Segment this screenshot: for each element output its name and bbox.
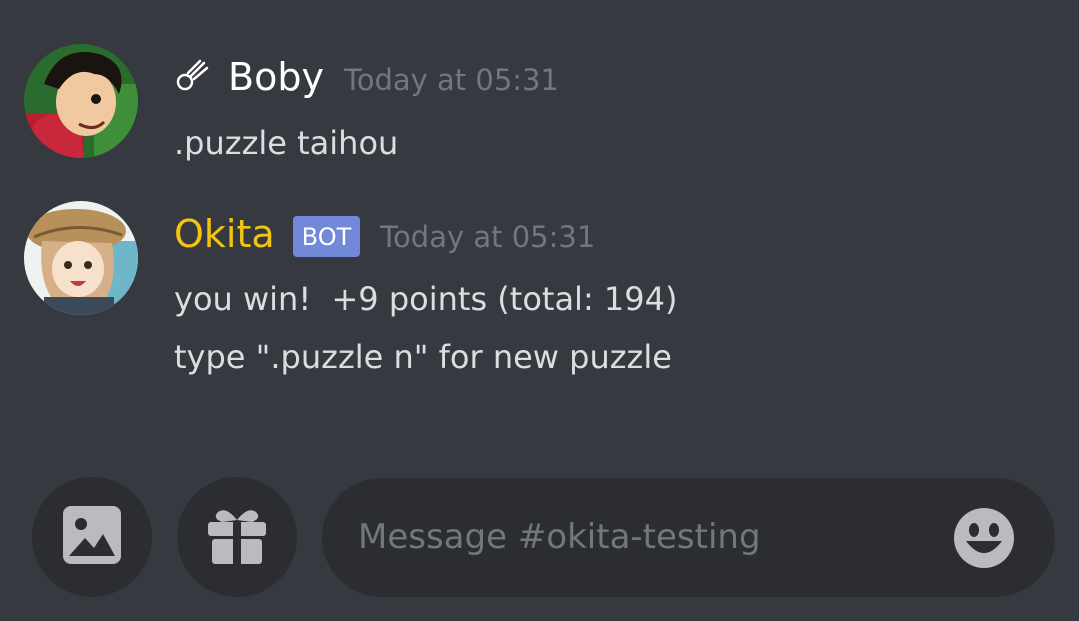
message-header: Boby Today at 05:31 (174, 55, 559, 99)
avatar-boby[interactable] (24, 44, 138, 158)
upload-image-button[interactable] (32, 477, 152, 597)
username[interactable]: Okita (174, 212, 275, 256)
comet-icon (174, 57, 210, 97)
gift-button[interactable] (177, 477, 297, 597)
timestamp: Today at 05:31 (343, 63, 559, 97)
username[interactable]: Boby (228, 55, 324, 99)
message-content: you win! +9 points (total: 194) (174, 280, 678, 318)
message-input[interactable]: Message #okita-testing (322, 478, 1055, 597)
message-content: type ".puzzle n" for new puzzle (174, 338, 672, 376)
message-input-placeholder: Message #okita-testing (358, 517, 761, 557)
message-content: .puzzle taihou (174, 124, 399, 162)
image-icon (61, 504, 123, 570)
gift-icon (206, 504, 268, 570)
message-header: Okita BOT Today at 05:31 (174, 212, 596, 257)
avatar-okita[interactable] (24, 201, 138, 315)
bot-tag: BOT (292, 215, 361, 257)
emoji-icon[interactable] (953, 507, 1015, 569)
timestamp: Today at 05:31 (380, 220, 596, 254)
